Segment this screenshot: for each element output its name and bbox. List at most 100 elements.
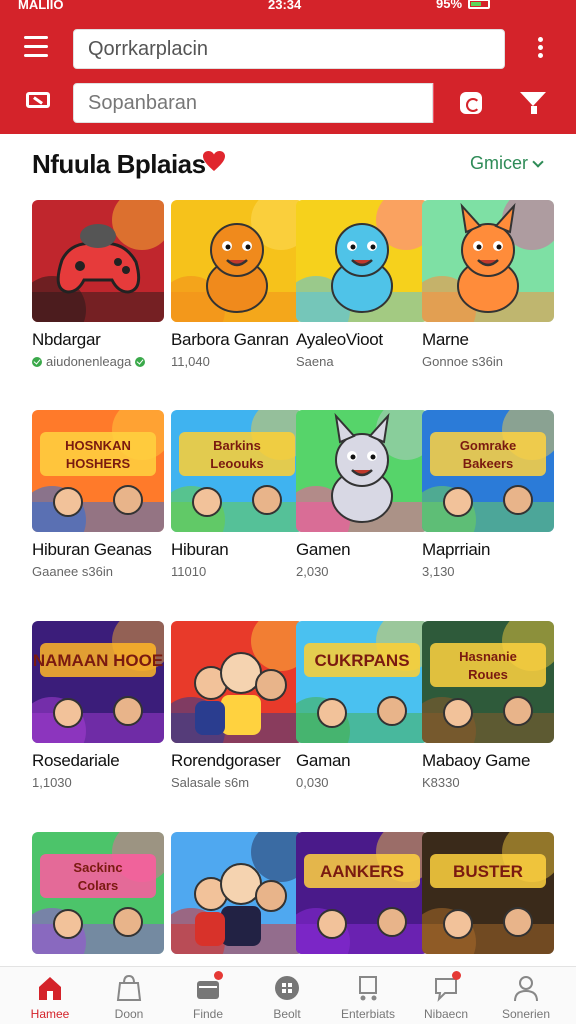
game-subtitle: Saena [296, 354, 428, 369]
wallet-icon [193, 971, 223, 1003]
game-title: Nbdargar [32, 330, 101, 349]
game-subtitle-text: 2,030 [296, 564, 329, 579]
search-button[interactable] [433, 83, 505, 123]
game-title: Gaman [296, 751, 351, 770]
nav-item-grid[interactable]: Beolt [247, 967, 327, 1024]
nav-item-cart[interactable]: Enterbiats [328, 967, 408, 1024]
game-thumbnail[interactable]: AANKERS [296, 832, 428, 954]
game-card[interactable]: BUSTER [422, 832, 554, 954]
app-header: MALIIO 23:34 95% Qorrkarplacin Sopanbara… [0, 0, 576, 134]
game-subtitle-text: 3,130 [422, 564, 455, 579]
game-card[interactable]: Gamen 2,030 [296, 410, 428, 579]
see-more-label: Gmicer [470, 153, 528, 173]
game-card[interactable]: Rorendgoraser Salasale s6m [171, 621, 303, 790]
nav-item-chat[interactable]: Nibaecn [406, 967, 486, 1024]
game-thumbnail[interactable] [171, 832, 303, 954]
svg-text:HOSHERS: HOSHERS [66, 456, 131, 471]
game-subtitle-text: Saena [296, 354, 334, 369]
notification-badge [452, 971, 461, 980]
nav-item-bag[interactable]: Doon [89, 967, 169, 1024]
game-thumbnail[interactable]: NAMAAN HOOE [32, 621, 164, 743]
game-title: Gamen [296, 540, 351, 559]
game-thumbnail[interactable] [296, 200, 428, 322]
nav-item-home[interactable]: Hamee [10, 967, 90, 1024]
game-card[interactable]: AANKERS [296, 832, 428, 954]
nav-label: Doon [114, 1007, 144, 1021]
game-card[interactable]: Sackinc Colars [32, 832, 164, 954]
game-card[interactable]: AyaleoVioot Saena [296, 200, 428, 369]
game-thumbnail[interactable] [171, 200, 303, 322]
tv-icon[interactable] [24, 90, 54, 114]
svg-text:Colars: Colars [78, 878, 118, 893]
game-card[interactable]: Gomrake Bakeers Maprriain 3,130 [422, 410, 554, 579]
game-card[interactable]: CUKRPANS Gaman 0,030 [296, 621, 428, 790]
game-subtitle: Gonnoe s36in [422, 354, 554, 369]
nav-label: Hamee [30, 1007, 70, 1021]
search-input[interactable]: Sopanbaran [73, 83, 433, 123]
game-thumbnail[interactable]: Hasnanie Roues [422, 621, 554, 743]
nav-label: Beolt [273, 1007, 301, 1021]
nav-item-user[interactable]: Sonerien [486, 967, 566, 1024]
svg-text:Leoouks: Leoouks [210, 456, 263, 471]
game-title: Hiburan Geanas [32, 540, 152, 559]
game-thumbnail[interactable] [171, 621, 303, 743]
game-thumbnail[interactable]: CUKRPANS [296, 621, 428, 743]
game-thumbnail[interactable]: HOSNKAN HOSHERS [32, 410, 164, 532]
svg-text:Bakeers: Bakeers [463, 456, 514, 471]
game-subtitle-text: aiudonenleaga [46, 354, 132, 369]
svg-text:AANKERS: AANKERS [320, 862, 404, 881]
game-card[interactable]: Barkins Leoouks Hiburan 11010 [171, 410, 303, 579]
game-card[interactable]: Barbora Ganran 11,040 [171, 200, 303, 369]
game-title: AyaleoVioot [296, 330, 383, 349]
verified-icon [32, 356, 42, 367]
grid-icon [272, 973, 302, 1003]
game-title: Hiburan [171, 540, 229, 559]
game-card[interactable]: Nbdargar aiudonenleaga [32, 200, 164, 369]
game-thumbnail[interactable]: Gomrake Bakeers [422, 410, 554, 532]
game-title: Rosedariale [32, 751, 120, 770]
game-thumbnail[interactable] [296, 410, 428, 532]
game-title: Rorendgoraser [171, 751, 281, 770]
game-subtitle: 11010 [171, 564, 303, 579]
game-thumbnail[interactable]: Barkins Leoouks [171, 410, 303, 532]
notification-badge [214, 971, 223, 980]
svg-text:Barkins: Barkins [213, 438, 261, 453]
game-title: Barbora Ganran [171, 330, 289, 349]
battery-percent: 95% [436, 0, 463, 11]
nav-item-wallet[interactable]: Finde [168, 967, 248, 1024]
game-card[interactable] [171, 832, 303, 954]
nav-label: Enterbiats [340, 1007, 396, 1021]
game-thumbnail[interactable] [32, 200, 164, 322]
game-thumbnail[interactable]: Sackinc Colars [32, 832, 164, 954]
game-subtitle: Salasale s6m [171, 775, 303, 790]
game-card[interactable]: Marne Gonnoe s36in [422, 200, 554, 369]
game-card[interactable]: HOSNKAN HOSHERS Hiburan Geanas Gaanee s36in [32, 410, 164, 579]
menu-icon[interactable] [24, 36, 54, 62]
game-thumbnail[interactable]: BUSTER [422, 832, 554, 954]
game-title: Marne [422, 330, 469, 349]
location-input[interactable]: Qorrkarplacin [73, 29, 505, 69]
game-subtitle: Gaanee s36in [32, 564, 164, 579]
game-subtitle: 1,1030 [32, 775, 164, 790]
bottom-nav: Hamee Doon Finde Beolt Enterbiats Nibaecn Sone… [0, 966, 576, 1024]
battery-icon [468, 0, 491, 9]
game-subtitle-text: Gonnoe s36in [422, 354, 503, 369]
game-subtitle: 11,040 [171, 354, 303, 369]
svg-text:Hasnanie: Hasnanie [459, 649, 517, 664]
game-card[interactable]: NAMAAN HOOE Rosedariale 1,1030 [32, 621, 164, 790]
heart-icon [202, 150, 226, 172]
svg-text:CUKRPANS: CUKRPANS [314, 651, 409, 670]
svg-text:Roues: Roues [468, 667, 508, 682]
cart-icon [353, 973, 383, 1003]
more-options-icon[interactable] [531, 37, 549, 63]
game-card[interactable]: Hasnanie Roues Mabaoy Game K8330 [422, 621, 554, 790]
game-subtitle: 0,030 [296, 775, 428, 790]
user-icon [511, 973, 541, 1003]
nav-label: Finde [192, 1007, 224, 1021]
svg-text:Sackinc: Sackinc [73, 860, 122, 875]
svg-text:HOSNKAN: HOSNKAN [65, 438, 131, 453]
game-thumbnail[interactable] [422, 200, 554, 322]
filter-icon[interactable] [520, 90, 548, 116]
game-subtitle-text: 11010 [171, 564, 207, 579]
see-more-link[interactable]: Gmicer [470, 153, 544, 174]
